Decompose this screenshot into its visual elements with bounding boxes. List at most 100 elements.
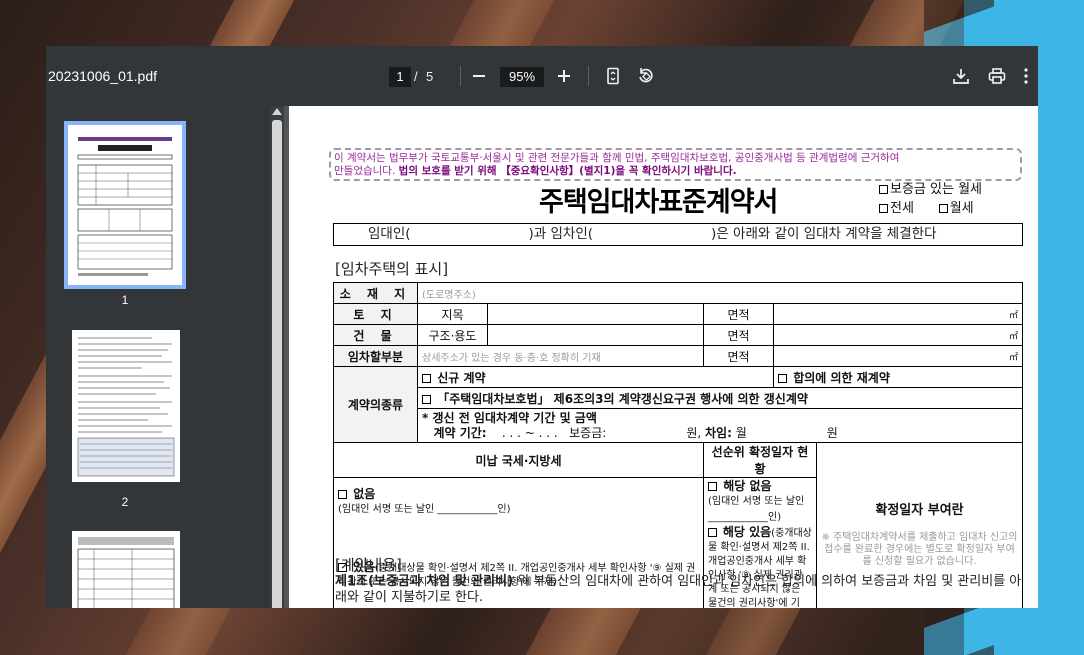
field-label: 면적	[703, 324, 774, 346]
row-label: 소 재 지	[333, 282, 418, 304]
unit-label: ㎡	[773, 345, 1023, 367]
checkbox-icon	[879, 204, 888, 213]
agreed-renewal-option: 합의에 의한 재계약	[773, 366, 1023, 388]
field-label: 면적	[703, 303, 774, 325]
article-1-title: 제1조(보증금과 차임 및 관리비)	[335, 574, 514, 589]
parties-line: 임대인()과 임차인()은 아래와 같이 임대차 계약을 체결한다	[333, 223, 1023, 246]
option-label: 전세	[890, 201, 914, 216]
field-label: 구조·용도	[417, 324, 488, 346]
fit-page-button[interactable]	[601, 64, 625, 88]
page-number-input[interactable]: 1	[389, 67, 411, 87]
article-1: 제1조(보증금과 차임 및 관리비) 위 부동산의 임대차에 관하여 임대인과 …	[335, 574, 1025, 606]
table-row: 「주택임대차보호법」 제6조의3의 계약갱신요구권 행사에 의한 갱신계약	[334, 387, 1023, 409]
thumbnail-scrollbar[interactable]	[270, 106, 284, 608]
scroll-up-arrow-icon[interactable]	[272, 108, 282, 115]
section-heading-property: [임차주택의 표시]	[335, 260, 449, 278]
won-label: 원,	[686, 425, 702, 440]
option-label: 월세	[949, 201, 974, 216]
tax-header: 미납 국세·지방세	[333, 442, 704, 478]
notice-line-2-plain: 만들었습니다.	[334, 165, 396, 177]
rotate-icon	[639, 68, 653, 83]
section-heading-contract: [계약내용]	[335, 556, 402, 574]
fixed-date-header: 확정일자 부여란	[875, 503, 964, 518]
option-label: 해당 있음	[722, 525, 772, 539]
document-page: 이 계약서는 법무부가 국토교통부·서울시 및 관련 전문가들과 함께 민법, …	[289, 106, 1038, 608]
zoom-out-button[interactable]	[467, 64, 491, 88]
print-icon	[988, 68, 1006, 84]
toolbar-divider	[588, 66, 589, 86]
thumbnail-label: 1	[121, 293, 129, 307]
checkbox-icon	[338, 490, 347, 499]
download-icon	[953, 69, 969, 84]
row-label: 계약의종류	[333, 366, 418, 443]
checkbox-icon	[422, 373, 431, 383]
monthly-label: 월	[735, 425, 747, 440]
notice-line-1: 이 계약서는 법무부가 국토교통부·서울시 및 관련 전문가들과 함께 민법, …	[334, 152, 900, 164]
rent-label: 차임:	[705, 425, 732, 440]
table-row: * 갱신 전 임대차계약 기간 및 금액 계약 기간: . . . ~ . . …	[334, 408, 1023, 443]
priority-none-cell: 해당 없음 (임대인 서명 또는 날인 ____________인)	[703, 477, 817, 526]
more-options-button[interactable]	[1021, 64, 1031, 88]
option-row: 보증금 있는 월세	[879, 180, 982, 199]
checkbox-icon	[422, 394, 431, 404]
field-label: 면적	[703, 345, 774, 367]
checkbox-icon	[708, 482, 717, 491]
row-label: 임차할부분	[333, 345, 418, 367]
option-row: 전세 월세	[879, 199, 982, 218]
field-value	[487, 303, 704, 325]
page-thumbnail-2[interactable]	[72, 330, 180, 482]
page-thumbnail-1[interactable]	[64, 121, 186, 289]
plus-icon	[558, 70, 570, 82]
period-dots: . . . ~ . . .	[501, 425, 558, 440]
checkbox-icon	[938, 204, 948, 213]
thumbnail-page-preview	[77, 337, 175, 477]
unit-label: ㎡	[773, 324, 1023, 346]
new-contract-option: 신규 계약	[417, 366, 774, 388]
table-row: 소 재 지 (도로명주소)	[333, 282, 1023, 304]
table-row: 건 물 구조·용도 면적 ㎡	[333, 324, 1023, 346]
period-label: 계약 기간:	[433, 425, 487, 440]
row-label: 건 물	[333, 324, 418, 346]
checkbox-icon	[778, 373, 787, 383]
table-row: 토 지 지목 면적 ㎡	[333, 303, 1023, 325]
rotate-button[interactable]	[634, 64, 658, 88]
fixed-date-note: ※ 주택임대차계약서를 제출하고 임대차 신고의 접수를 완료한 경우에는 별도…	[821, 532, 1018, 567]
priority-sign: (임대인 서명 또는 날인 ____________인)	[708, 496, 805, 523]
option-label: 합의에 의한 재계약	[793, 370, 890, 385]
table-row: 계약의종류 신규 계약 합의에 의한 재계약	[333, 366, 1023, 443]
priority-none-option: 해당 없음	[708, 478, 812, 494]
pdf-viewer-window: 20231006_01.pdf 1 / 5 95% 1 2 이 계약서는 법무부…	[46, 46, 1038, 608]
rent-part-hint: 상세주소가 있는 경우 동·층·호 정확히 기재	[417, 345, 704, 367]
print-button[interactable]	[985, 64, 1009, 88]
file-name: 20231006_01.pdf	[48, 68, 157, 84]
table-row: 미납 국세·지방세 선순위 확정일자 현황 확정일자 부여란 ※ 주택임대차계약…	[333, 442, 1023, 608]
table-row: 임차할부분 상세주소가 있는 경우 동·층·호 정확히 기재 면적 ㎡	[333, 345, 1023, 367]
lessor-label: 임대인(	[368, 226, 411, 242]
field-label: 지목	[417, 303, 488, 325]
tax-none-cell: 없음 (임대인 서명 또는 날인 ____________인)	[333, 477, 704, 526]
document-title: 주택임대차표준계약서	[539, 187, 778, 218]
thumbnail-sidebar: 1 2	[46, 106, 270, 608]
page-thumbnail-3[interactable]	[72, 531, 180, 608]
location-hint: (도로명주소)	[417, 282, 1023, 304]
contract-type-options: 보증금 있는 월세 전세 월세	[879, 180, 982, 218]
pdf-toolbar: 20231006_01.pdf 1 / 5 95%	[46, 46, 1038, 106]
option-label: 해당 없음	[723, 479, 772, 493]
zoom-in-button[interactable]	[552, 64, 576, 88]
deposit-label: 보증금:	[569, 425, 607, 440]
renewal-note: * 갱신 전 임대차계약 기간 및 금액	[422, 410, 597, 425]
option-label: 신규 계약	[437, 370, 486, 385]
zoom-level-input[interactable]: 95%	[500, 67, 544, 87]
scrollbar-thumb[interactable]	[272, 120, 282, 608]
unit-label: ㎡	[773, 303, 1023, 325]
fit-page-icon	[607, 67, 619, 85]
option-label: 없음	[353, 487, 376, 501]
won-label: 원	[826, 425, 838, 440]
priority-header: 선순위 확정일자 현황	[703, 442, 817, 478]
property-table: 소 재 지 (도로명주소) 토 지 지목 면적 ㎡ 건 물 구조·용도 면적 ㎡…	[333, 282, 1023, 608]
renewal-details: * 갱신 전 임대차계약 기간 및 금액 계약 기간: . . . ~ . . …	[417, 408, 1023, 443]
tax-sign: (임대인 서명 또는 날인 ____________인)	[338, 504, 511, 515]
checkbox-icon	[879, 185, 888, 194]
download-button[interactable]	[949, 64, 973, 88]
more-vert-icon	[1024, 68, 1028, 84]
